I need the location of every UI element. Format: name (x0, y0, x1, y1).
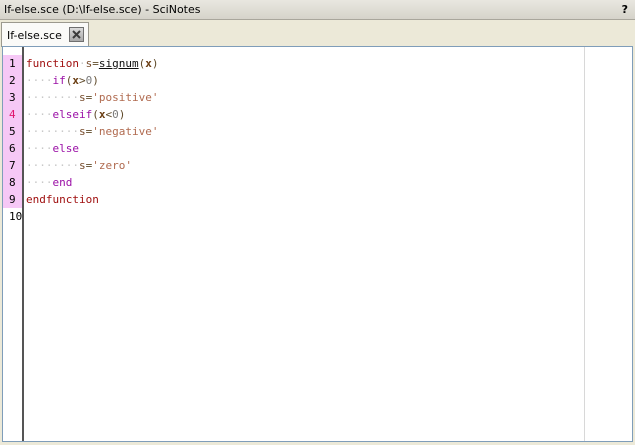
line-number: 7 (3, 157, 22, 174)
code-line: ····end (26, 174, 72, 191)
operator: = (92, 57, 99, 70)
code-line: ········s='positive' (26, 89, 158, 106)
code-editor[interactable]: 1 2 3 4 5 6 7 8 9 10 function·s=signum(x… (2, 46, 633, 442)
close-icon[interactable] (69, 27, 84, 42)
line-number-current: 4 (3, 106, 22, 123)
variable: s (78, 125, 86, 138)
argument: x (98, 108, 106, 121)
function-name: signum (98, 57, 139, 70)
help-button[interactable]: ? (622, 3, 628, 16)
tab-strip: If-else.sce (0, 20, 635, 47)
keyword: end (52, 176, 73, 189)
keyword: else (52, 142, 80, 155)
indent-dots: ···· (26, 142, 53, 155)
indent-dots: ···· (26, 176, 53, 189)
keyword: if (52, 74, 66, 87)
line-number-gutter: 1 2 3 4 5 6 7 8 9 10 (3, 47, 24, 441)
code-line: ····elseif(x<0) (26, 106, 125, 123)
keyword: elseif (52, 108, 93, 121)
number: 0 (112, 108, 119, 121)
paren: ( (92, 108, 99, 121)
line-number: 9 (3, 191, 22, 208)
code-line: ········s='zero' (26, 157, 132, 174)
tab-file[interactable]: If-else.sce (1, 22, 89, 47)
string: 'negative' (92, 125, 159, 138)
code-line: function·s=signum(x) (26, 57, 159, 70)
keyword: endfunction (26, 193, 99, 206)
code-line: ····else (26, 140, 79, 157)
indent-dots: ········ (26, 159, 79, 172)
operator: > (79, 74, 86, 87)
argument: x (72, 74, 79, 87)
code-line: endfunction (26, 191, 99, 208)
code-area[interactable]: function·s=signum(x) ····if(x>0) ·······… (26, 47, 632, 441)
paren: ) (118, 108, 126, 121)
argument: x (145, 57, 152, 70)
right-margin-line (584, 47, 585, 441)
line-number: 6 (3, 140, 22, 157)
indent-dots: ···· (26, 74, 53, 87)
line-number: 2 (3, 72, 22, 89)
code-line: ····if(x>0) (26, 72, 99, 89)
indent-dots: ···· (26, 108, 53, 121)
indent-dots: ········ (26, 125, 79, 138)
line-number: 3 (3, 89, 22, 106)
string: 'zero' (92, 159, 132, 172)
indent-dots: ········ (26, 91, 79, 104)
tab-label: If-else.sce (7, 29, 62, 42)
string: 'positive' (92, 91, 159, 104)
code-line: ········s='negative' (26, 123, 158, 140)
window-title: If-else.sce (D:\If-else.sce) - SciNotes (4, 3, 201, 16)
paren: ) (151, 57, 159, 70)
paren: ) (92, 74, 99, 87)
line-number: 8 (3, 174, 22, 191)
variable: s (78, 91, 86, 104)
title-bar: If-else.sce (D:\If-else.sce) - SciNotes … (0, 0, 635, 20)
line-number: 5 (3, 123, 22, 140)
line-number: 1 (3, 55, 22, 72)
variable: s (78, 159, 86, 172)
keyword: function (26, 57, 79, 70)
line-number: 10 (9, 210, 23, 223)
